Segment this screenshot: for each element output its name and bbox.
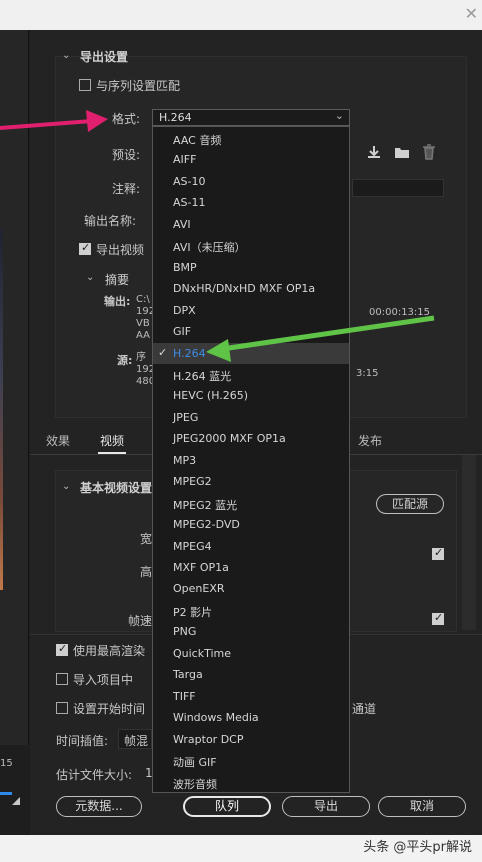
- annotation-overlay: [0, 110, 435, 362]
- watermark: 头条 @平头pr解说: [363, 840, 472, 855]
- green-arrow-icon: [206, 315, 435, 362]
- pink-arrow-icon: [0, 110, 108, 132]
